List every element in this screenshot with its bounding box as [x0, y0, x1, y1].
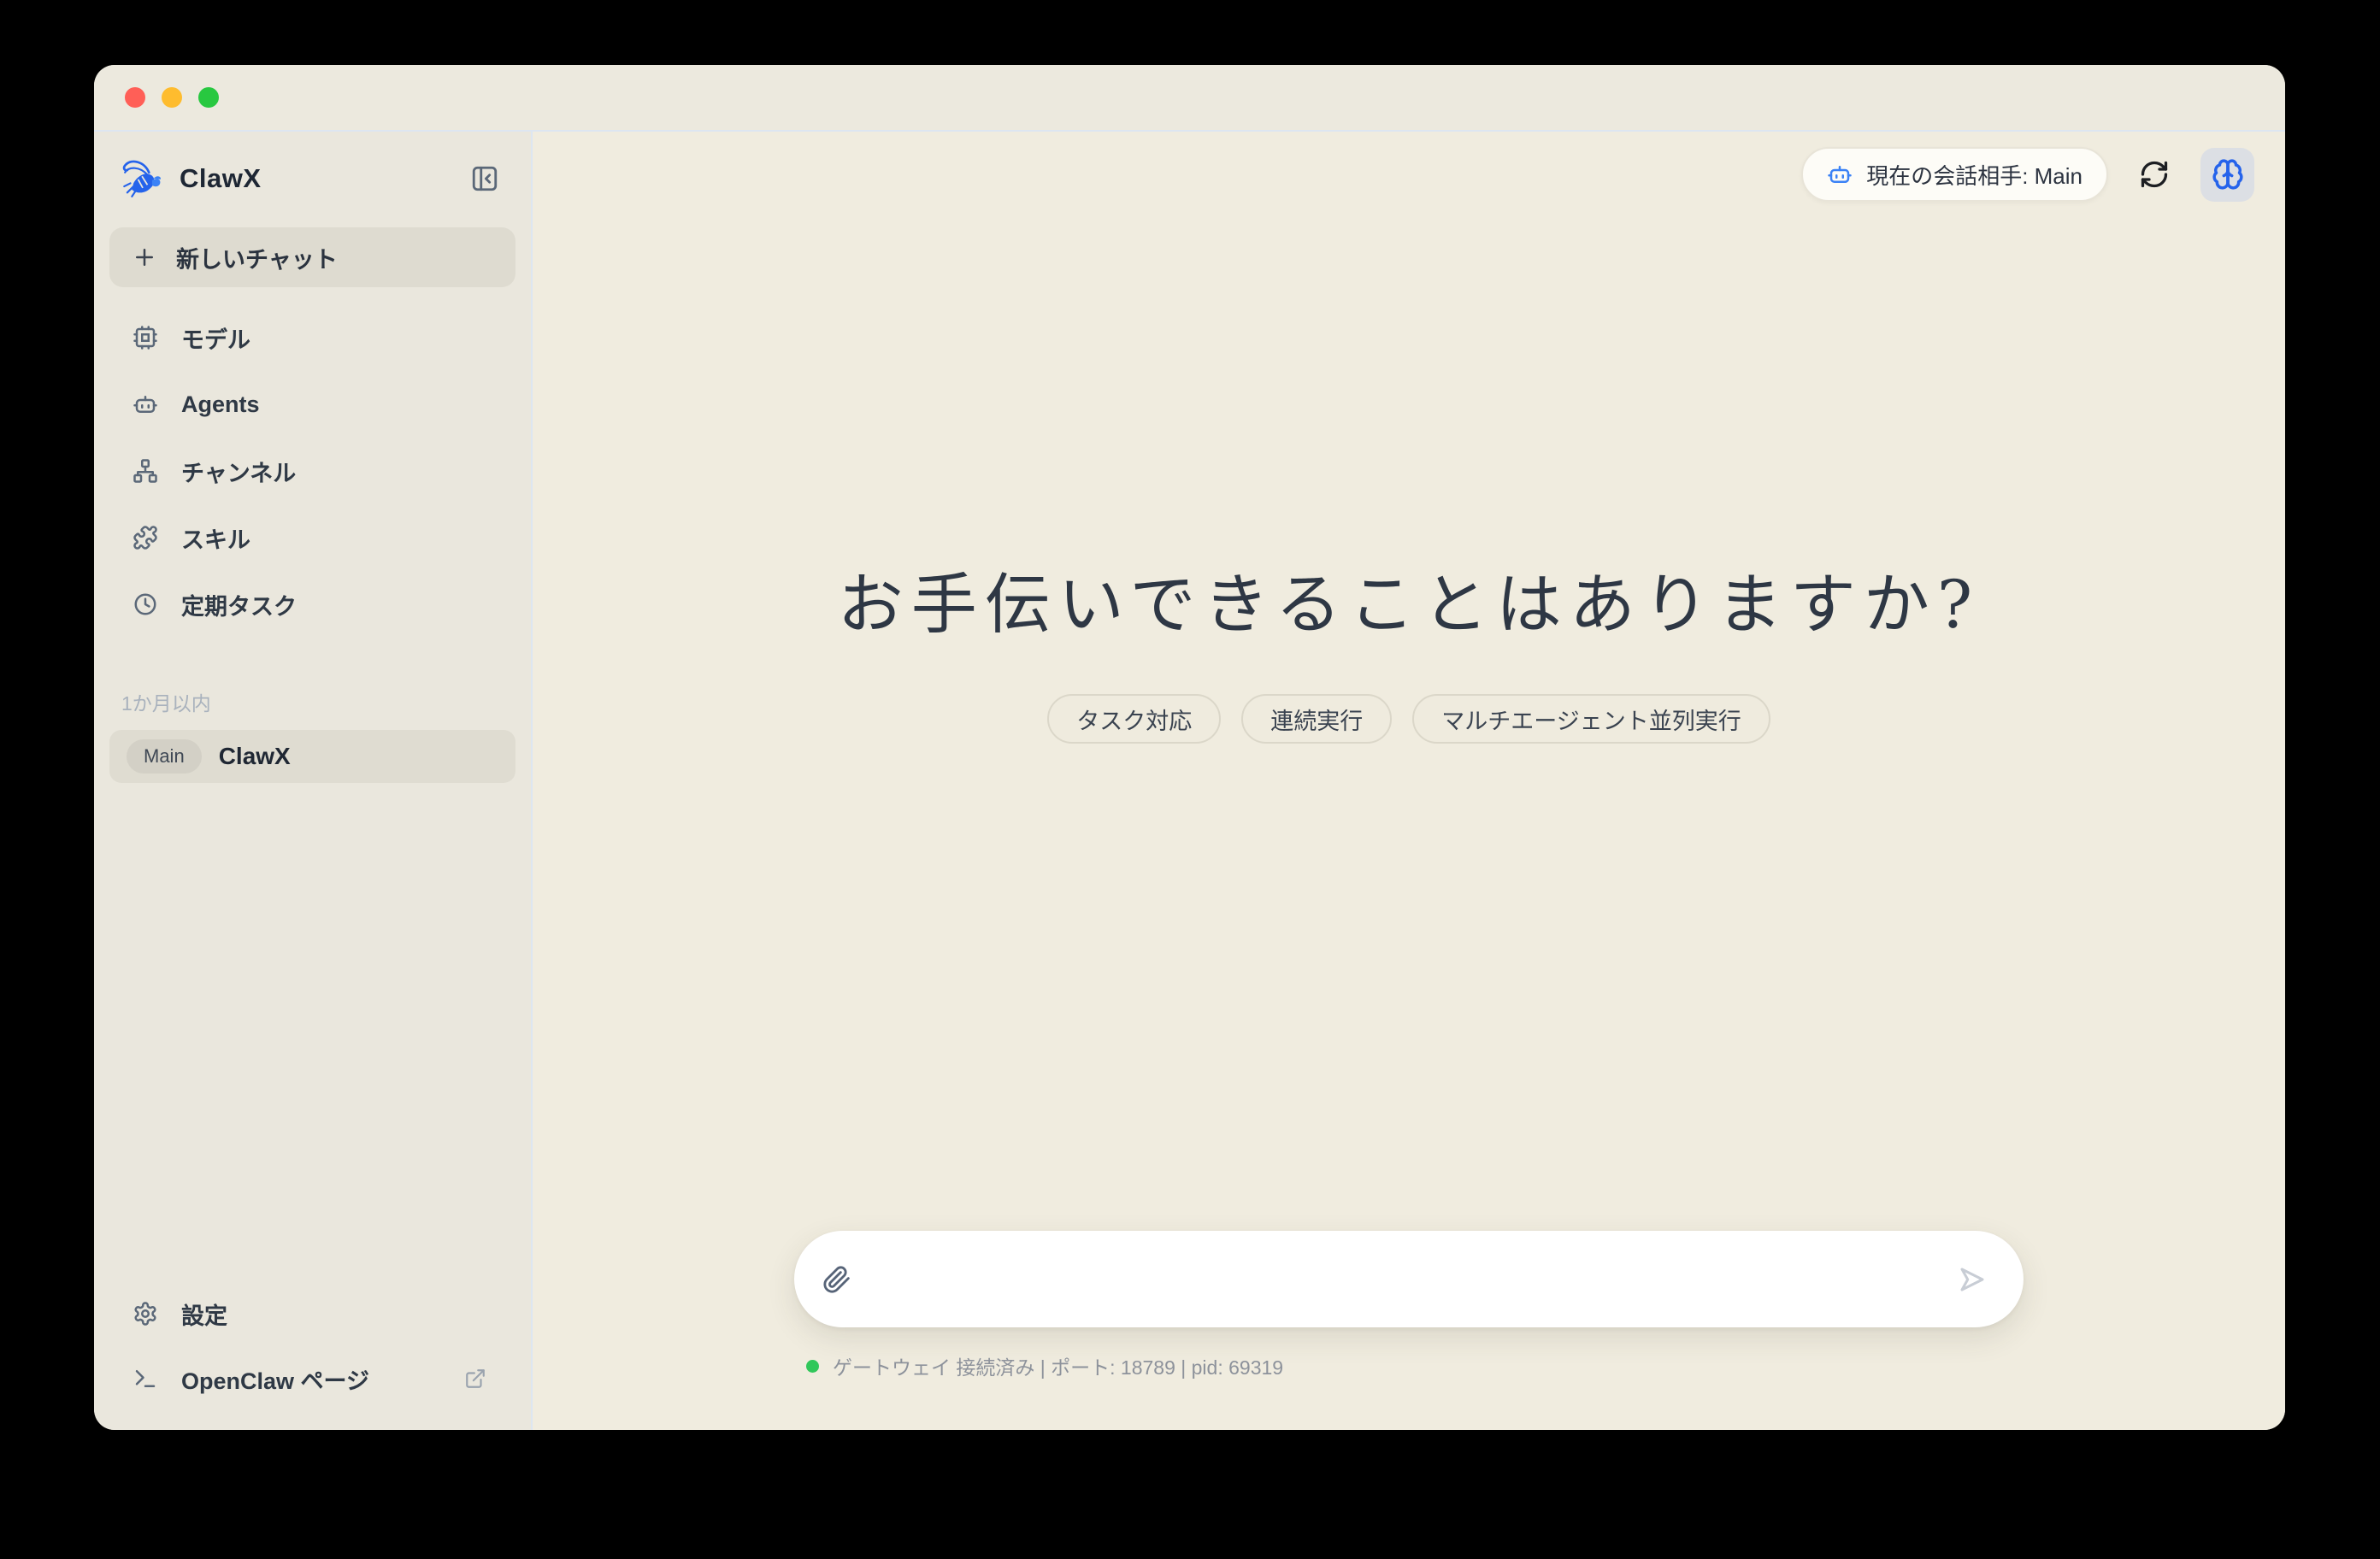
message-input[interactable] — [861, 1231, 1950, 1327]
current-conversation-pill[interactable]: 現在の会話相手: Main — [1801, 147, 2108, 202]
sidebar: ClawX 新しいチャット — [94, 132, 533, 1430]
history-item-title: ClawX — [219, 743, 291, 770]
sidebar-item-skills[interactable]: スキル — [109, 504, 515, 571]
composer — [794, 1231, 2024, 1327]
sidebar-header: ClawX — [109, 150, 515, 207]
robot-icon — [132, 391, 159, 417]
sidebar-item-label: 設定 — [181, 1297, 227, 1331]
history-item-badge: Main — [127, 739, 202, 774]
gear-icon — [132, 1301, 159, 1327]
app-window: ClawX 新しいチャット — [94, 65, 2285, 1430]
current-conversation-label: 現在の会話相手: Main — [1866, 159, 2082, 191]
history-item-main-clawx[interactable]: Main ClawX — [109, 730, 515, 783]
terminal-icon — [132, 1366, 159, 1391]
clock-icon — [132, 591, 159, 617]
new-chat-button[interactable]: 新しいチャット — [109, 227, 515, 287]
sidebar-item-label: OpenClaw ページ — [181, 1362, 369, 1396]
sidebar-item-label: モデル — [181, 321, 250, 355]
sidebar-item-channels[interactable]: チャンネル — [109, 438, 515, 504]
history-section-label: 1か月以内 — [121, 687, 515, 716]
network-icon — [132, 458, 159, 484]
send-icon — [1957, 1264, 1988, 1295]
sidebar-item-label: チャンネル — [181, 455, 296, 488]
sidebar-item-label: Agents — [181, 391, 260, 418]
suggestion-pill-multiagent[interactable]: マルチエージェント並列実行 — [1412, 694, 1770, 744]
brain-mode-button[interactable] — [2200, 148, 2254, 202]
sidebar-item-scheduled-tasks[interactable]: 定期タスク — [109, 571, 515, 638]
sidebar-item-label: 定期タスク — [181, 588, 297, 621]
sidebar-item-agents[interactable]: Agents — [109, 371, 515, 438]
header-actions: 現在の会話相手: Main — [1801, 147, 2254, 202]
sidebar-item-label: スキル — [181, 521, 250, 555]
app-title: ClawX — [180, 163, 262, 194]
sidebar-item-openclaw-page[interactable]: OpenClaw ページ — [109, 1346, 515, 1411]
sidebar-item-settings[interactable]: 設定 — [109, 1281, 515, 1346]
brain-icon — [2212, 158, 2244, 191]
main-area: 現在の会話相手: Main — [533, 132, 2285, 1430]
status-connected-dot — [806, 1360, 819, 1373]
send-button[interactable] — [1950, 1257, 1994, 1302]
panel-collapse-icon — [470, 164, 499, 193]
minimize-window-button[interactable] — [162, 87, 182, 108]
close-window-button[interactable] — [125, 87, 145, 108]
refresh-button[interactable] — [2134, 154, 2175, 195]
greeting-heading: お手伝いできることはありますか? — [533, 552, 2285, 647]
suggestion-pills: タスク対応 連続実行 マルチエージェント並列実行 — [533, 694, 2285, 744]
refresh-icon — [2139, 159, 2170, 190]
attach-button[interactable] — [813, 1256, 861, 1303]
plus-icon — [132, 244, 157, 270]
new-chat-label: 新しいチャット — [176, 241, 338, 274]
suggestion-pill-continuous[interactable]: 連続実行 — [1241, 694, 1392, 744]
sidebar-item-models[interactable]: モデル — [109, 304, 515, 371]
external-link-icon — [464, 1368, 486, 1390]
sidebar-nav: モデル Agents — [109, 304, 515, 638]
titlebar — [94, 65, 2285, 132]
gateway-status-text: ゲートウェイ 接続済み | ポート: 18789 | pid: 69319 — [833, 1351, 1283, 1380]
puzzle-icon — [132, 525, 159, 550]
robot-icon — [1827, 162, 1853, 187]
chip-icon — [132, 325, 159, 350]
lobster-logo-icon — [118, 154, 168, 203]
suggestion-pill-task[interactable]: タスク対応 — [1047, 694, 1221, 744]
screen: ClawX 新しいチャット — [0, 0, 2380, 1559]
sidebar-spacer — [109, 783, 515, 1281]
window-body: ClawX 新しいチャット — [94, 132, 2285, 1430]
composer-area: ゲートウェイ 接続済み | ポート: 18789 | pid: 69319 — [794, 1231, 2024, 1380]
zoom-window-button[interactable] — [198, 87, 219, 108]
window-controls — [125, 87, 219, 108]
paperclip-icon — [822, 1265, 851, 1294]
gateway-status-bar: ゲートウェイ 接続済み | ポート: 18789 | pid: 69319 — [794, 1351, 2024, 1380]
sidebar-collapse-button[interactable] — [468, 162, 502, 196]
